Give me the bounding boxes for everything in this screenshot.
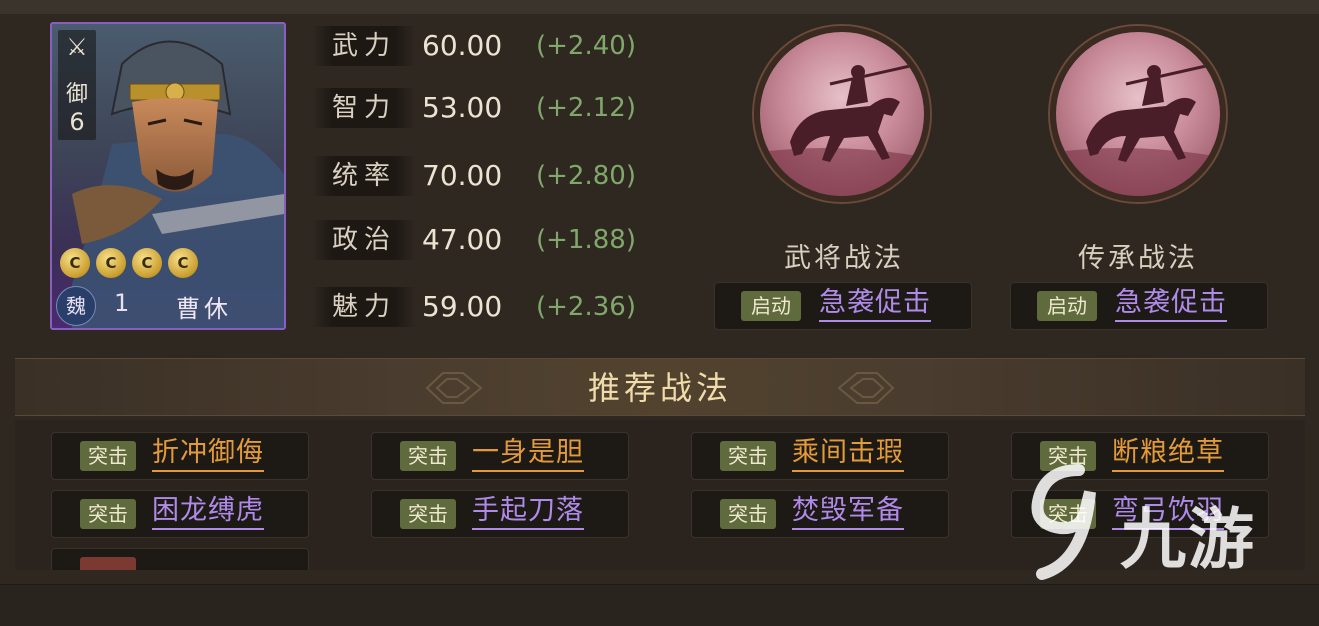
- stat-row-politics: 政治 47.00 (+1.88): [312, 220, 692, 260]
- hero-card[interactable]: ⚔ 御 6 C C C C 魏 1 曹休: [50, 22, 286, 330]
- tactic-type-badge: 突击: [400, 499, 456, 529]
- star-icon: C: [168, 248, 198, 278]
- inherited-tactic-caption: 传承战法: [1078, 243, 1198, 274]
- star-icon: C: [96, 248, 126, 278]
- bow-icon: ⚔: [66, 33, 88, 61]
- hero-name: 曹休: [176, 295, 232, 323]
- stat-value: 53.00: [422, 91, 503, 124]
- cavalry-icon: [1056, 64, 1220, 196]
- stat-row-force: 武力 60.00 (+2.40): [312, 26, 692, 66]
- inherited-tactic-medallion[interactable]: [1050, 26, 1226, 202]
- hero-tactic-medallion[interactable]: [754, 26, 930, 202]
- hero-tactic-caption: 武将战法: [784, 243, 904, 274]
- stat-value: 60.00: [422, 29, 503, 62]
- hero-tactic-slot[interactable]: 启动 急袭促击: [714, 282, 972, 330]
- stat-bonus: (+1.88): [536, 225, 636, 255]
- stat-label: 政治: [312, 220, 416, 260]
- stat-bonus: (+2.12): [536, 93, 636, 123]
- stat-label: 统率: [312, 156, 416, 196]
- stat-row-command: 统率 70.00 (+2.80): [312, 156, 692, 196]
- stat-value: 47.00: [422, 223, 503, 256]
- stat-row-intelligence: 智力 53.00 (+2.12): [312, 88, 692, 128]
- tactic-name[interactable]: 手起刀落: [472, 494, 584, 530]
- list-item[interactable]: [51, 548, 309, 570]
- star-icon: C: [132, 248, 162, 278]
- tactic-type-badge: 突击: [80, 441, 136, 471]
- list-item[interactable]: 突击 乘间击瑕: [691, 432, 949, 480]
- recommended-list: 突击 折冲御侮 突击 一身是胆 突击 乘间击瑕 突击 断粮绝草 突击 困龙缚虎 …: [15, 420, 1305, 570]
- tactic-name[interactable]: 困龙缚虎: [152, 494, 264, 530]
- bottom-bar: [0, 584, 1319, 626]
- tactic-type-badge: 突击: [720, 441, 776, 471]
- tactic-type-badge: 突击: [400, 441, 456, 471]
- tactic-name[interactable]: 一身是胆: [472, 436, 584, 472]
- list-item[interactable]: 突击 手起刀落: [371, 490, 629, 538]
- stat-bonus: (+2.80): [536, 161, 636, 191]
- tactic-name[interactable]: 焚毁军备: [792, 494, 904, 530]
- list-item[interactable]: 突击 焚毁军备: [691, 490, 949, 538]
- inherited-tactic-slot[interactable]: 启动 急袭促击: [1010, 282, 1268, 330]
- list-item[interactable]: 突击 困龙缚虎: [51, 490, 309, 538]
- stat-label: 魅力: [312, 287, 416, 327]
- list-item[interactable]: 突击 折冲御侮: [51, 432, 309, 480]
- hero-cost: 6: [69, 108, 85, 136]
- stat-bonus: (+2.40): [536, 31, 636, 61]
- star-icon: C: [60, 248, 90, 278]
- hero-stars: C C C C: [60, 248, 198, 278]
- hero-tactic-name[interactable]: 急袭促击: [819, 286, 931, 322]
- list-item[interactable]: 突击 弯弓饮羽: [1011, 490, 1269, 538]
- inherited-tactic-name[interactable]: 急袭促击: [1115, 286, 1227, 322]
- list-item[interactable]: 突击 断粮绝草: [1011, 432, 1269, 480]
- tactic-type-badge: 突击: [1040, 499, 1096, 529]
- recommended-header: 推荐战法: [15, 358, 1305, 416]
- stat-value: 59.00: [422, 290, 503, 323]
- tactic-name[interactable]: 折冲御侮: [152, 436, 264, 472]
- tactic-name[interactable]: 断粮绝草: [1112, 436, 1224, 472]
- tactic-type-badge: [80, 557, 136, 570]
- tactic-type-badge: 突击: [1040, 441, 1096, 471]
- tactic-type-badge: 启动: [1037, 291, 1097, 321]
- stat-label: 智力: [312, 88, 416, 128]
- stat-bonus: (+2.36): [536, 292, 636, 322]
- tactic-type-badge: 突击: [80, 499, 136, 529]
- tactic-name[interactable]: 乘间击瑕: [792, 436, 904, 472]
- faction-badge: 魏: [56, 286, 96, 326]
- troop-type-label: 御: [65, 82, 88, 107]
- tactic-name[interactable]: 弯弓饮羽: [1112, 494, 1224, 530]
- recommended-title: 推荐战法: [587, 369, 732, 407]
- list-item[interactable]: 突击 一身是胆: [371, 432, 629, 480]
- hero-level: 1: [114, 289, 130, 317]
- cavalry-icon: [760, 64, 924, 196]
- stat-label: 武力: [312, 26, 416, 66]
- stat-value: 70.00: [422, 159, 503, 192]
- tactic-type-badge: 突击: [720, 499, 776, 529]
- tactic-type-badge: 启动: [741, 291, 801, 321]
- stat-row-charm: 魅力 59.00 (+2.36): [312, 287, 692, 327]
